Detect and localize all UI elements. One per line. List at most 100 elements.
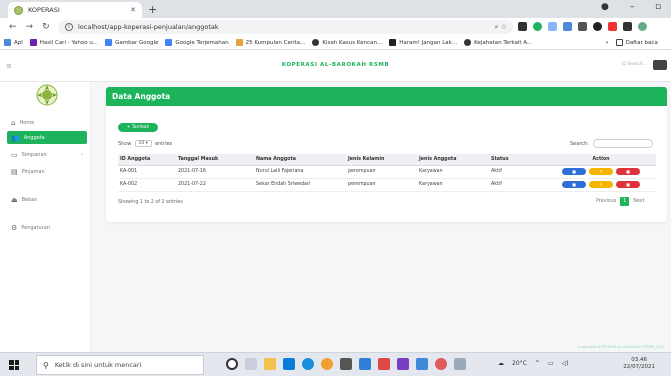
edge-icon[interactable] — [302, 358, 314, 370]
new-tab-icon[interactable]: + — [148, 3, 157, 16]
bookmark-item[interactable]: Kejahatan Terkait A... — [464, 39, 532, 46]
users-icon: 👥 — [11, 133, 20, 142]
profile-dot-icon[interactable]: ● — [601, 2, 609, 12]
sidebar-item-bebas[interactable]: ⏏ Bebas — [7, 193, 87, 206]
column-header[interactable]: Nama Anggota — [254, 154, 346, 166]
cortana-icon[interactable] — [226, 358, 238, 370]
extension-icon[interactable] — [593, 22, 602, 31]
app-icon[interactable] — [359, 358, 371, 370]
sidebar-item-simpanan[interactable]: ▭ Simpanan › — [7, 148, 87, 161]
delete-button[interactable]: ■ — [616, 181, 640, 188]
network-icon[interactable]: ▭ — [548, 360, 554, 367]
reading-list[interactable]: Daftar baca — [615, 39, 658, 46]
table-header-row: ID Anggota Tanggal Masuk Nama Anggota Je… — [118, 154, 656, 166]
column-header[interactable]: Status — [489, 154, 544, 166]
table-row: KA-002 2021-07-22 Sekar Endah Sriwedari … — [118, 178, 656, 192]
maximize-icon[interactable]: ▫ — [655, 2, 661, 12]
reload-icon[interactable]: ↻ — [42, 22, 50, 32]
column-header[interactable]: Jenis Kelamin — [346, 154, 417, 166]
extension-icon[interactable] — [548, 22, 557, 31]
table-search: Search: — [570, 139, 653, 148]
puzzle-icon[interactable] — [623, 22, 632, 31]
windows-start-icon[interactable] — [9, 360, 19, 370]
close-tab-icon[interactable]: ✕ — [130, 6, 136, 14]
edit-button[interactable]: ✎ — [589, 168, 613, 175]
next-page-button[interactable]: Next — [633, 199, 644, 204]
add-member-button[interactable]: + Tambah — [118, 123, 158, 132]
sidebar-item-anggota[interactable]: 👥 Anggota — [7, 131, 87, 144]
store-icon[interactable] — [283, 358, 295, 370]
taskbar: ⚲ Ketik di sini untuk mencari ☁ 20°C ^ ▭… — [0, 352, 671, 376]
footer-copyright: Copyright KOPERASI AL-BAROKAH RSMB 2021 — [577, 344, 665, 349]
volume-icon[interactable]: ◁) — [562, 360, 569, 367]
data-anggota-card: Data Anggota + Tambah Show 10 ▾ entries … — [106, 87, 667, 222]
row-actions: ■ ✎ ■ — [544, 165, 656, 179]
column-header[interactable]: Tanggal Masuk — [176, 154, 254, 166]
extension-icon[interactable] — [518, 22, 527, 31]
app-icon[interactable] — [378, 358, 390, 370]
avatar[interactable] — [638, 22, 647, 31]
bookmark-star-icon[interactable]: ⌕ ☆ — [495, 23, 507, 32]
search-input[interactable] — [592, 139, 653, 148]
url-field[interactable]: i localhost/app-koperasi-penjualan/anggo… — [58, 20, 513, 34]
chevron-up-icon[interactable]: ^ — [535, 360, 540, 367]
extension-icon[interactable] — [533, 22, 542, 31]
app-icon[interactable] — [416, 358, 428, 370]
weather-icon[interactable]: ☁ — [498, 360, 504, 367]
sidebar-item-pengaturan[interactable]: ⚙ Pengaturan — [7, 221, 87, 234]
url-text: localhost/app-koperasi-penjualan/anggota… — [78, 23, 219, 31]
previous-page-button[interactable]: Previous — [596, 199, 616, 204]
bookmark-apps[interactable]: Apl — [4, 39, 23, 46]
detail-button[interactable]: ■ — [562, 168, 586, 175]
app-icon[interactable] — [340, 358, 352, 370]
task-view-icon[interactable] — [245, 358, 257, 370]
extension-icon[interactable] — [563, 22, 572, 31]
temperature[interactable]: 20°C — [512, 360, 527, 367]
chrome-icon[interactable] — [321, 358, 333, 370]
bookmarks-bar: Apl Hasil Cari - Yahoo u... Gambar Googl… — [0, 36, 671, 50]
eject-icon: ⏏ — [11, 195, 18, 204]
row-actions: ■ ✎ ■ — [544, 178, 656, 192]
piggy-bank-icon: ▭ — [11, 150, 18, 159]
sidebar-item-pinjaman[interactable]: ▤ Pinjaman — [7, 165, 87, 178]
bookmark-item[interactable]: Kisah Kasus Kencan... — [312, 39, 382, 46]
chevron-right-icon: › — [81, 151, 83, 158]
extension-icon[interactable] — [608, 22, 617, 31]
members-table: ID Anggota Tanggal Masuk Nama Anggota Je… — [118, 154, 656, 192]
column-header: Action — [544, 154, 656, 166]
avatar[interactable] — [653, 60, 667, 70]
logo-icon — [36, 84, 58, 106]
back-icon[interactable]: ← — [9, 22, 17, 32]
sidebar-item-home[interactable]: ⌂ Home — [7, 116, 87, 129]
file-explorer-icon[interactable] — [264, 358, 276, 370]
gear-icon: ⚙ — [11, 223, 18, 232]
extension-icon[interactable] — [578, 22, 587, 31]
forward-icon[interactable]: → — [26, 22, 34, 32]
bookmark-item[interactable]: 25 Kumpulan Cerita... — [235, 39, 305, 46]
browser-tab[interactable]: KOPERASI ✕ — [8, 2, 142, 18]
app-icon[interactable] — [454, 358, 466, 370]
clock[interactable]: 03.46 22/07/2021 — [623, 357, 655, 371]
entries-select[interactable]: 10 ▾ — [134, 140, 152, 147]
detail-button[interactable]: ■ — [562, 181, 586, 188]
page-title: Data Anggota — [106, 87, 667, 106]
current-page-button[interactable]: 1 — [620, 197, 630, 206]
app-icon[interactable] — [435, 358, 447, 370]
minimize-icon[interactable]: – — [630, 2, 635, 12]
taskbar-search-input[interactable]: ⚲ Ketik di sini untuk mencari — [36, 355, 204, 375]
column-header[interactable]: Jenis Anggota — [417, 154, 489, 166]
bookmark-item[interactable]: Gambar Google — [105, 39, 158, 46]
bookmark-item[interactable]: Haram! Jangan Lak... — [389, 39, 457, 46]
pagination: Previous 1 Next — [596, 197, 644, 206]
site-info-icon[interactable]: i — [65, 23, 73, 31]
edit-button[interactable]: ✎ — [589, 181, 613, 188]
entries-length: Show 10 ▾ entries — [118, 140, 173, 147]
column-header[interactable]: ID Anggota — [118, 154, 176, 166]
bookmarks-more[interactable]: » — [605, 40, 608, 46]
bookmark-item[interactable]: Google Terjemahan — [165, 39, 229, 46]
delete-button[interactable]: ■ — [616, 168, 640, 175]
browser-tab-bar: KOPERASI ✕ + ● – ▫ — [0, 0, 671, 18]
bookmark-item[interactable]: Hasil Cari - Yahoo u... — [29, 39, 98, 46]
header-search[interactable]: Q Search... — [622, 62, 647, 67]
app-icon[interactable] — [397, 358, 409, 370]
